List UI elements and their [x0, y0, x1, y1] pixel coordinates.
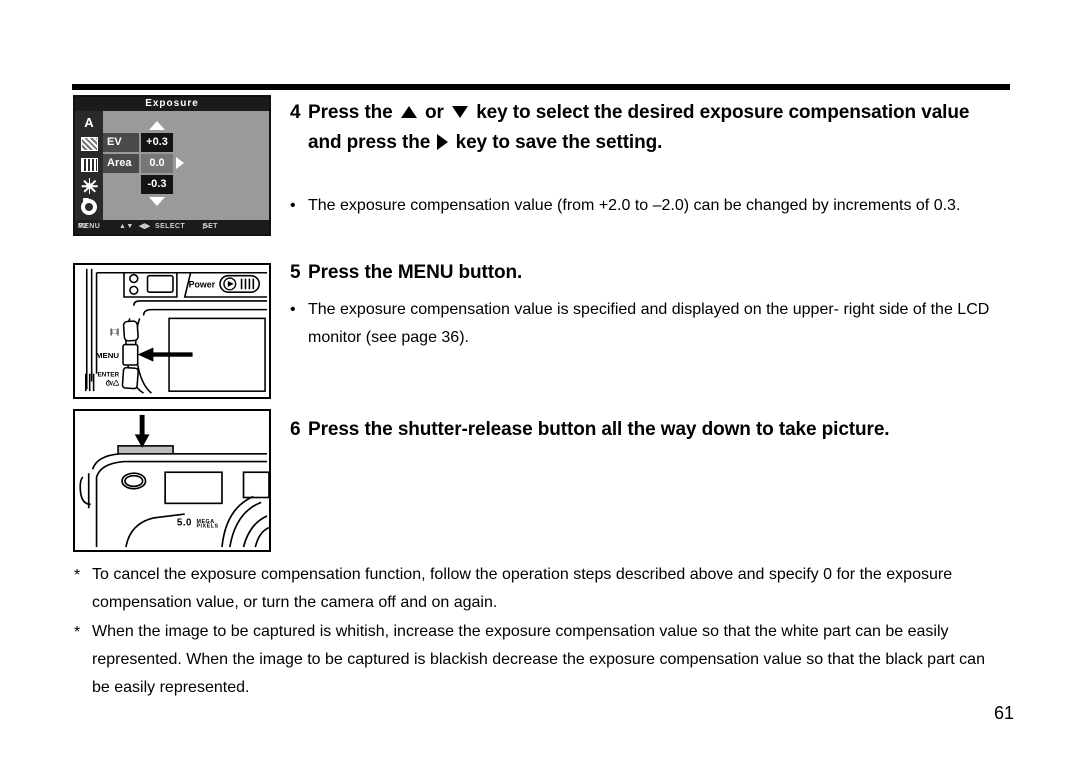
- svg-text:MENU: MENU: [96, 351, 119, 360]
- auto-mode-icon: A: [84, 115, 94, 130]
- bullet-marker: •: [290, 301, 296, 318]
- lcd-menu-footer: MENU P2 ▲▼ ◀▶ SELECT ▷ SET: [75, 220, 269, 234]
- note-marker: *: [74, 567, 81, 584]
- bullet-step-4-text: The exposure compensation value (from +2…: [308, 197, 961, 214]
- camera-top-illustration: 5.0 MEGA PIXELS: [73, 409, 271, 552]
- up-arrow-icon: [400, 105, 417, 118]
- svg-text:Power: Power: [189, 279, 216, 289]
- camera-top-drawing: 5.0 MEGA PIXELS: [79, 414, 269, 548]
- svg-text:5.0: 5.0: [177, 518, 192, 529]
- step-4-text: Press the or key to select the desired e…: [308, 102, 970, 153]
- lcd-value-plus: +0.3: [141, 133, 173, 152]
- right-arrow-icon: [176, 157, 184, 169]
- lcd-footer-updown-icon: ▲▼: [119, 223, 134, 230]
- lcd-value-selected: 0.0: [141, 154, 173, 173]
- hatched-pattern-icon: [79, 135, 99, 153]
- step-4-number: 4: [290, 102, 301, 123]
- lcd-menu-title: Exposure: [75, 97, 269, 111]
- step-5: 5 Press the MENU button.: [290, 258, 990, 288]
- lcd-footer-leftright-icon: ◀▶: [139, 223, 151, 230]
- lcd-value-minus: -0.3: [141, 175, 173, 194]
- note-1-text: To cancel the exposure compensation func…: [92, 566, 953, 611]
- right-arrow-icon: [437, 133, 449, 150]
- camera-back-illustration: Power |□| MENU ENTER ⏱/♺: [73, 263, 271, 399]
- bullet-step-5-text: The exposure compensation value is speci…: [308, 301, 990, 346]
- svg-text:PIXELS: PIXELS: [196, 524, 218, 530]
- step-4: 4 Press the or key to select the desired…: [290, 98, 990, 158]
- svg-text:ENTER: ENTER: [98, 372, 120, 379]
- svg-text:|□|: |□|: [110, 327, 119, 336]
- step-6: 6 Press the shutter-release button all t…: [290, 415, 990, 445]
- pointer-arrow-icon: [137, 347, 193, 362]
- bullet-step-5: • The exposure compensation value is spe…: [290, 296, 990, 352]
- lcd-menu-body: A EV Area +0.3 0.0 -0.3: [75, 111, 269, 220]
- lcd-menu-illustration: Exposure A EV Area +0.3 0.0 -0.3 MENU P2…: [73, 95, 271, 236]
- down-arrow-icon: [452, 105, 469, 118]
- down-arrow-icon: [149, 197, 165, 206]
- camera-back-drawing: Power |□| MENU ENTER ⏱/♺: [84, 268, 268, 394]
- bullet-step-4: • The exposure compensation value (from …: [290, 192, 990, 220]
- lcd-row-label-area: Area: [103, 154, 139, 173]
- bullet-marker: •: [290, 197, 296, 214]
- lcd-row-label-ev: EV: [103, 133, 139, 152]
- note-2: * When the image to be captured is whiti…: [74, 618, 994, 702]
- pointer-down-arrow-icon: [134, 414, 150, 448]
- camera-shutter-icon: [79, 198, 99, 216]
- page-number: 61: [993, 703, 1014, 723]
- svg-text:⏱/♺: ⏱/♺: [106, 379, 120, 387]
- step-6-text: Press the shutter-release button all the…: [308, 419, 890, 440]
- brightness-icon: [79, 177, 99, 195]
- note-2-text: When the image to be captured is whitish…: [92, 623, 985, 696]
- step-5-text: Press the MENU button.: [308, 262, 523, 283]
- header-rule: [72, 84, 1010, 90]
- step-5-number: 5: [290, 262, 301, 283]
- note-marker: *: [74, 624, 81, 641]
- step-6-number: 6: [290, 419, 301, 440]
- note-1: * To cancel the exposure compensation fu…: [74, 561, 994, 617]
- lcd-footer-select: SELECT: [155, 223, 186, 230]
- manual-page: Exposure A EV Area +0.3 0.0 -0.3 MENU P2…: [0, 0, 1080, 765]
- lcd-icon-column: A: [75, 111, 103, 220]
- vertical-bars-icon: [79, 156, 99, 174]
- up-arrow-icon: [149, 121, 165, 130]
